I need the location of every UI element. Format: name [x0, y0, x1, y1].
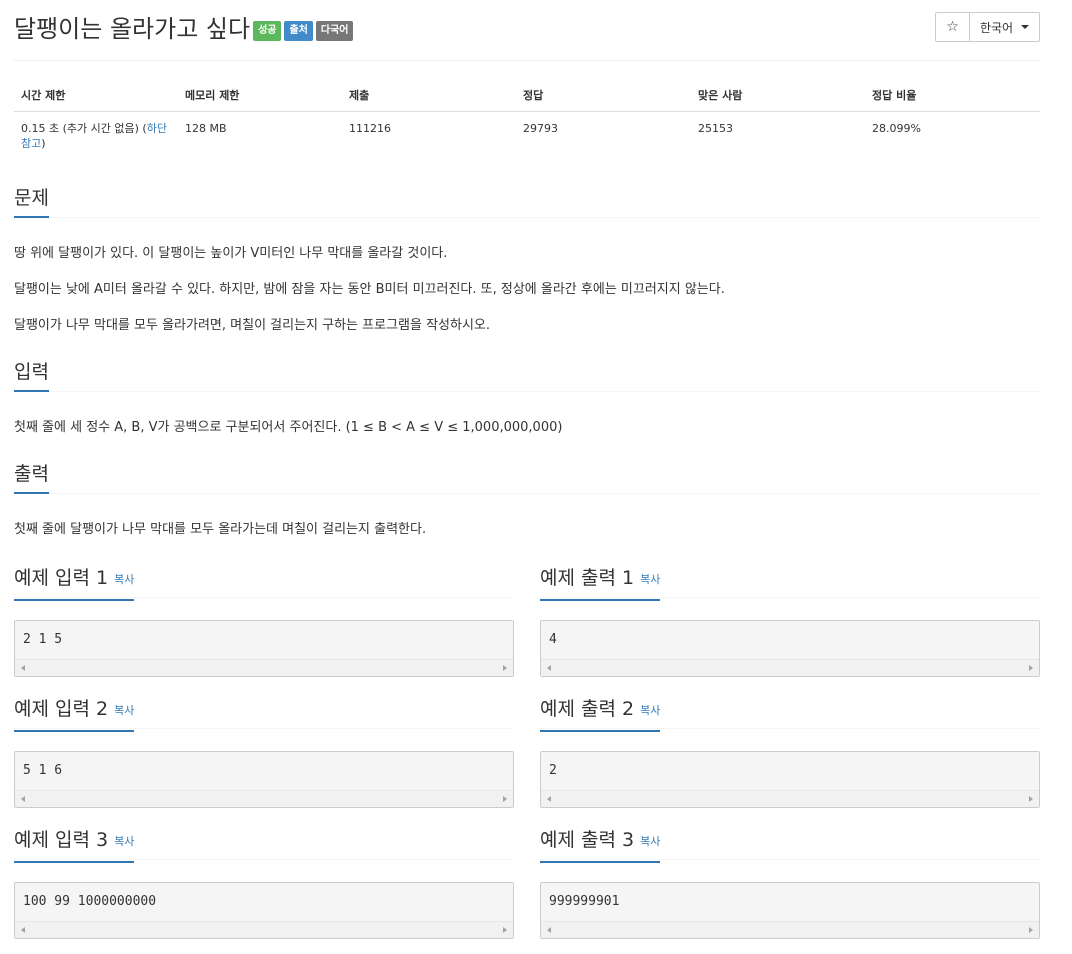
input-heading: 입력 — [14, 357, 49, 392]
sample-input-1-heading: 예제 입력 1 복사 — [14, 563, 135, 601]
memory-limit-cell: 128 MB — [185, 122, 227, 135]
description-headline: 문제 — [14, 183, 1040, 218]
sample-output-3-headline: 예제 출력 3 복사 — [540, 825, 1040, 863]
scroll-left-icon[interactable] — [21, 927, 25, 933]
header-memory-limit: 메모리 제한 — [178, 80, 342, 112]
sample-input-1-code: 2 1 5 — [23, 632, 63, 647]
ratio-cell: 28.099% — [872, 122, 921, 135]
scroll-right-icon[interactable] — [503, 927, 507, 933]
sample-output-1-box[interactable]: 4 — [540, 620, 1040, 677]
horizontal-scrollbar[interactable] — [15, 659, 513, 676]
copy-sample-input-1-button[interactable]: 복사 — [114, 573, 134, 586]
language-dropdown[interactable]: 한국어 — [970, 12, 1040, 42]
sample-input-1-title: 예제 입력 1 — [14, 567, 109, 589]
label-success[interactable]: 성공 — [253, 21, 282, 41]
star-icon: ☆ — [946, 19, 959, 35]
sample-input-2-heading: 예제 입력 2 복사 — [14, 694, 135, 732]
scroll-left-icon[interactable] — [547, 665, 551, 671]
output-headline: 출력 — [14, 459, 1040, 494]
sample-input-3-box[interactable]: 100 99 1000000000 — [14, 882, 514, 939]
header-submissions: 제출 — [342, 80, 516, 112]
scroll-right-icon[interactable] — [1029, 665, 1033, 671]
sample-output-3-box[interactable]: 999999901 — [540, 882, 1040, 939]
sample-output-2-box[interactable]: 2 — [540, 751, 1040, 808]
page-title: 달팽이는 올라가고 싶다 성공 출처 다국어 — [14, 12, 354, 46]
header-button-group: ☆ 한국어 — [935, 12, 1040, 42]
sample-input-3-title: 예제 입력 3 — [14, 829, 109, 851]
horizontal-scrollbar[interactable] — [15, 921, 513, 938]
horizontal-scrollbar[interactable] — [541, 790, 1039, 807]
description-heading: 문제 — [14, 183, 49, 218]
label-source[interactable]: 출처 — [284, 21, 313, 41]
time-limit-suffix: ) — [41, 137, 46, 150]
scroll-left-icon[interactable] — [547, 796, 551, 802]
favorite-button[interactable]: ☆ — [935, 12, 970, 42]
sample-output-1-title: 예제 출력 1 — [540, 567, 635, 589]
table-row: 0.15 초 (추가 시간 없음) (하단참고) 128 MB 111216 2… — [14, 112, 1040, 152]
problem-page: 달팽이는 올라가고 싶다 성공 출처 다국어 ☆ 한국어 시간 제한 메모리 제… — [0, 0, 1072, 954]
output-heading: 출력 — [14, 459, 49, 494]
scroll-right-icon[interactable] — [1029, 927, 1033, 933]
copy-sample-input-2-button[interactable]: 복사 — [114, 704, 134, 717]
table-header-row: 시간 제한 메모리 제한 제출 정답 맞은 사람 정답 비율 — [14, 80, 1040, 112]
description-paragraph-2: 달팽이는 낮에 A미터 올라갈 수 있다. 하지만, 밤에 잠을 자는 동안 B… — [14, 282, 725, 297]
output-description: 첫째 줄에 달팽이가 나무 막대를 모두 올라가는데 며칠이 걸리는지 출력한다… — [14, 522, 427, 537]
header-divider — [14, 60, 1040, 61]
sample-output-2-headline: 예제 출력 2 복사 — [540, 694, 1040, 732]
input-headline: 입력 — [14, 357, 1040, 392]
sample-output-2-title: 예제 출력 2 — [540, 698, 635, 720]
sample-input-1-headline: 예제 입력 1 복사 — [14, 563, 514, 601]
sample-input-2-headline: 예제 입력 2 복사 — [14, 694, 514, 732]
scroll-right-icon[interactable] — [503, 796, 507, 802]
caret-down-icon — [1021, 25, 1030, 29]
scroll-left-icon[interactable] — [547, 927, 551, 933]
header-time-limit: 시간 제한 — [14, 80, 178, 112]
input-description: 첫째 줄에 세 정수 A, B, V가 공백으로 구분되어서 주어진다. (1 … — [14, 420, 563, 435]
copy-sample-output-1-button[interactable]: 복사 — [640, 573, 660, 586]
problem-title: 달팽이는 올라가고 싶다 — [14, 15, 251, 43]
sample-output-3-heading: 예제 출력 3 복사 — [540, 825, 661, 863]
sample-output-1-code: 4 — [549, 632, 557, 647]
sample-output-3-title: 예제 출력 3 — [540, 829, 635, 851]
sample-input-3-heading: 예제 입력 3 복사 — [14, 825, 135, 863]
horizontal-scrollbar[interactable] — [541, 659, 1039, 676]
sample-input-1-box[interactable]: 2 1 5 — [14, 620, 514, 677]
sample-input-2-box[interactable]: 5 1 6 — [14, 751, 514, 808]
time-limit-cell: 0.15 초 (추가 시간 없음) (하단참고) — [14, 112, 178, 152]
sample-output-2-code: 2 — [549, 763, 557, 778]
description-paragraph-1: 땅 위에 달팽이가 있다. 이 달팽이는 높이가 V미터인 나무 막대를 올라갈… — [14, 246, 448, 261]
footnote-link-1[interactable]: 하단 — [147, 122, 167, 135]
header-accepted: 정답 — [516, 80, 691, 112]
language-label: 한국어 — [979, 20, 1014, 35]
scroll-left-icon[interactable] — [21, 665, 25, 671]
sample-output-3-code: 999999901 — [549, 894, 620, 909]
horizontal-scrollbar[interactable] — [541, 921, 1039, 938]
scroll-right-icon[interactable] — [503, 665, 507, 671]
sample-input-3-code: 100 99 1000000000 — [23, 894, 157, 909]
header-solved-users: 맞은 사람 — [691, 80, 865, 112]
copy-sample-output-2-button[interactable]: 복사 — [640, 704, 660, 717]
sample-input-2-code: 5 1 6 — [23, 763, 63, 778]
sample-output-1-headline: 예제 출력 1 복사 — [540, 563, 1040, 601]
label-multilingual[interactable]: 다국어 — [315, 21, 354, 41]
copy-sample-output-3-button[interactable]: 복사 — [640, 835, 660, 848]
sample-output-2-heading: 예제 출력 2 복사 — [540, 694, 661, 732]
accepted-cell: 29793 — [523, 122, 558, 135]
sample-input-3-headline: 예제 입력 3 복사 — [14, 825, 514, 863]
problem-info-table: 시간 제한 메모리 제한 제출 정답 맞은 사람 정답 비율 0.15 초 (추… — [14, 80, 1040, 151]
horizontal-scrollbar[interactable] — [15, 790, 513, 807]
scroll-left-icon[interactable] — [21, 796, 25, 802]
submissions-cell: 111216 — [349, 122, 391, 135]
sample-input-2-title: 예제 입력 2 — [14, 698, 109, 720]
time-limit-text: 0.15 초 (추가 시간 없음) ( — [21, 122, 147, 135]
sample-output-1-heading: 예제 출력 1 복사 — [540, 563, 661, 601]
footnote-link-2[interactable]: 참고 — [21, 137, 41, 150]
scroll-right-icon[interactable] — [1029, 796, 1033, 802]
solved-users-cell: 25153 — [698, 122, 733, 135]
header-ratio: 정답 비율 — [865, 80, 1040, 112]
description-paragraph-3: 달팽이가 나무 막대를 모두 올라가려면, 며칠이 걸리는지 구하는 프로그램을… — [14, 318, 491, 333]
copy-sample-input-3-button[interactable]: 복사 — [114, 835, 134, 848]
